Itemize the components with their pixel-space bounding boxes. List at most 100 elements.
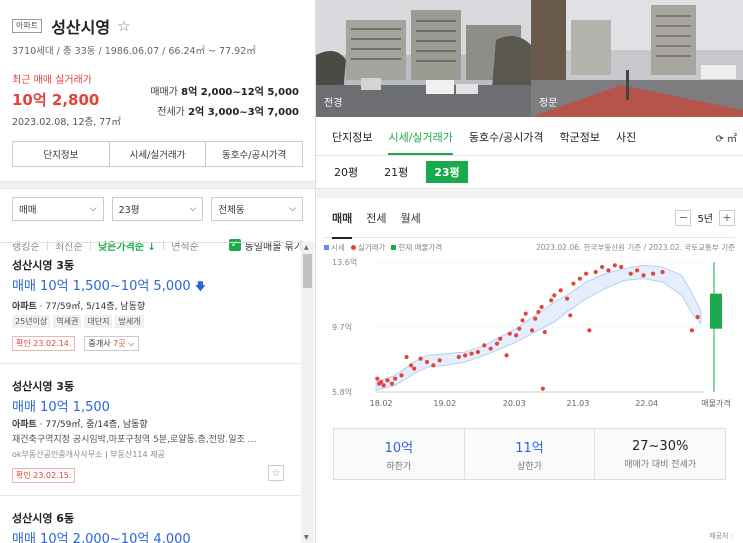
trade-point [599, 264, 605, 270]
plus-icon[interactable]: + [719, 209, 735, 226]
agent-dropdown[interactable]: 중개사 7곳 ⌵ [83, 336, 140, 351]
recent-trade-block: 최근 매매 실거래가 10억 2,800 2023.02.08, 12층, 77… [12, 71, 303, 131]
period-label: 5년 [697, 214, 713, 225]
chevron-down-icon: ⌵ [289, 204, 297, 214]
trade-point [584, 271, 589, 276]
trade-point [641, 273, 646, 278]
building-select[interactable]: 전체동 ⌵ [211, 197, 304, 221]
listing-list: 성산시영 3동 매매 10억 1,500~10억 5,000 🡇 아파트 · 7… [0, 242, 300, 543]
trade-point [498, 336, 503, 341]
favorite-star-icon[interactable]: ☆ [117, 17, 130, 35]
photo-strip: 전경 정문 [316, 0, 743, 117]
scroll-thumb[interactable] [303, 254, 312, 288]
x-tick-label: 22.04 [635, 399, 658, 408]
trade-point [393, 376, 398, 381]
trade-point [660, 269, 665, 275]
filter-bar: 매매 ⌵ 23평 ⌵ 전체동 ⌵ [0, 189, 315, 221]
size-tab-23[interactable]: 23평 [426, 161, 468, 183]
confirm-badge: 확인 23.02.14. [12, 336, 76, 351]
trade-point [504, 353, 509, 358]
item-title: 성산시영 3동 [12, 380, 75, 393]
item-price: 매매 10억 2,000~10억 4,000 [12, 532, 191, 543]
trade-point [463, 353, 468, 358]
trade-point [482, 343, 487, 348]
scroll-up-icon[interactable]: ▲ [304, 244, 309, 251]
period-control: − 5년 + [675, 209, 735, 226]
item-info: 아파트 · 77/59㎡, 중/14층, 남동향 [12, 420, 148, 430]
legend-item-trade: 실거래가 [350, 242, 385, 253]
jeonse-range: 전세가 2억 3,000~3억 7,000 [157, 107, 299, 118]
tab-school[interactable]: 학군정보 [559, 119, 599, 155]
tab-complex-info[interactable]: 단지정보 [332, 119, 372, 155]
deal-type-tabs: 매매 전세 월세 − 5년 + [324, 198, 735, 239]
size-tab-21[interactable]: 21평 [376, 161, 416, 183]
trade-point [437, 358, 442, 363]
x-tick-label: 21.03 [566, 399, 589, 408]
complex-info-button[interactable]: 단지정보 [13, 142, 110, 166]
trade-point [488, 346, 493, 351]
trade-point [529, 328, 535, 333]
listing-panel: 아파트 성산시영 ☆ 3710세대 / 총 33동 / 1986.06.07 /… [0, 0, 316, 543]
trade-point [571, 281, 576, 286]
deal-tab-monthly[interactable]: 월세 [401, 198, 421, 238]
deal-tab-jeonse[interactable]: 전세 [366, 198, 386, 238]
minus-icon[interactable]: − [675, 209, 692, 226]
photo-label: 정문 [539, 98, 558, 109]
trade-point [587, 328, 592, 333]
y-tick-label: 13.6억 [332, 257, 357, 267]
trade-point [549, 298, 554, 303]
size-tab-20[interactable]: 20평 [326, 161, 366, 183]
unit-price-button[interactable]: 동호수/공시가격 [206, 142, 302, 166]
favorite-star-icon[interactable]: ☆ [268, 465, 284, 481]
trade-point [456, 354, 461, 360]
size-select[interactable]: 23평 ⌵ [111, 197, 204, 221]
tab-photos[interactable]: 사진 [616, 119, 636, 155]
provider-label: 제공처 : [709, 532, 733, 540]
price-chart[interactable]: 13.6억 9.7억 5.8억 18.02 19.02 20.03 21.03 22.04 매물… [324, 256, 735, 416]
type-badge: 아파트 [12, 19, 43, 33]
trade-point [408, 363, 414, 368]
chart-legend: 시세 실거래가 현재 매물가격 2023.02.06. 한국부동산원 기준 / … [324, 238, 735, 256]
photo-panorama[interactable]: 전경 [316, 0, 531, 117]
x-tick-label: 18.02 [370, 399, 393, 408]
trade-point [517, 326, 522, 331]
list-item[interactable]: 성산시영 3동 매매 10억 1,500 아파트 · 77/59㎡, 중/14층… [0, 364, 300, 496]
item-source: ok부동산공인중개사사무소 | 부동산114 제공 [12, 450, 165, 459]
trade-point [619, 264, 624, 270]
confirm-badge: 확인 23.02.15. [12, 468, 76, 483]
tab-unit-price[interactable]: 동호수/공시가격 [469, 119, 544, 155]
stat-upper: 11억 상한가 [465, 429, 596, 479]
legend-item-market: 시세 [324, 242, 345, 253]
trade-point [389, 381, 395, 386]
trade-point [375, 376, 380, 381]
item-price: 매매 10억 1,500 [12, 400, 110, 415]
trade-point [399, 373, 404, 378]
trade-point [540, 386, 545, 391]
tag: 역세권 [53, 315, 82, 328]
x-tick-label: 매물가격 [701, 398, 730, 408]
scroll-down-icon[interactable]: ▼ [304, 534, 309, 541]
item-title: 성산시영 3동 [12, 259, 75, 272]
list-scrollbar[interactable]: ▲ ▼ [301, 242, 314, 543]
trade-point [635, 268, 640, 273]
trade-point [475, 349, 481, 355]
list-item[interactable]: 성산시영 3동 매매 10억 1,500~10억 5,000 🡇 아파트 · 7… [0, 243, 300, 364]
trade-point [385, 378, 390, 383]
trade-point [695, 314, 700, 320]
market-band [375, 264, 702, 391]
trade-point [568, 313, 573, 318]
list-item[interactable]: 성산시영 6동 매매 10억 2,000~10억 4,000 [0, 496, 300, 543]
photo-gate[interactable]: 정문 [531, 0, 743, 117]
trade-point [507, 331, 512, 336]
trade-point [520, 318, 525, 323]
unit-toggle-button[interactable]: ⟳ ㎡ [715, 130, 737, 145]
trade-point [552, 293, 557, 298]
deal-tab-sale[interactable]: 매매 [332, 198, 353, 239]
trade-point [577, 276, 582, 281]
price-button[interactable]: 시세/실거래가 [110, 142, 207, 166]
deal-type-select[interactable]: 매매 ⌵ [12, 197, 104, 221]
item-title: 성산시영 6동 [12, 512, 75, 525]
trade-point [536, 309, 541, 315]
trade-point [612, 263, 617, 268]
tab-price[interactable]: 시세/실거래가 [388, 119, 454, 155]
